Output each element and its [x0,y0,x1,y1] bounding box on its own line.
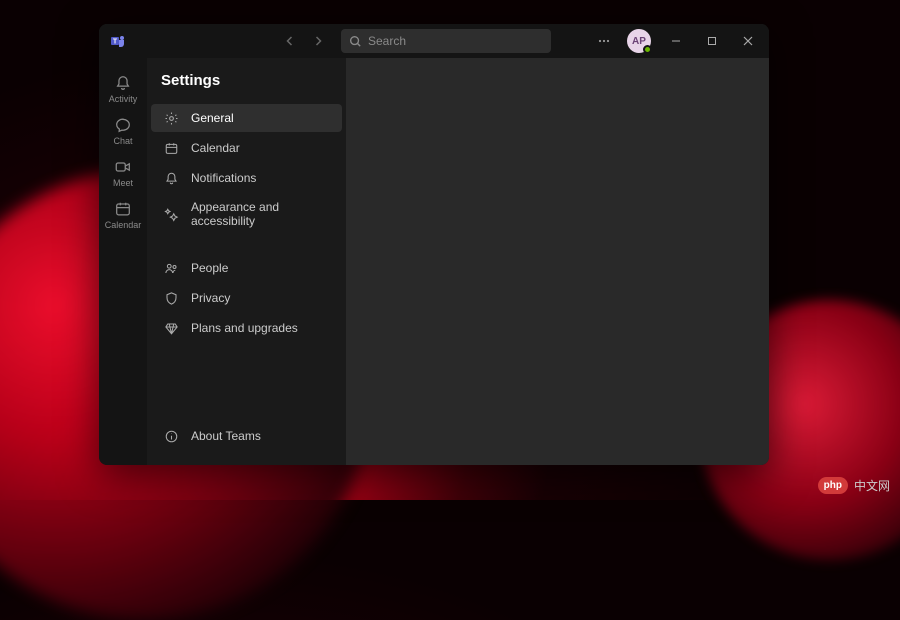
menu-item-label: Plans and upgrades [191,321,298,335]
app-rail: Activity Chat Meet Calendar [99,58,147,465]
minimize-button[interactable] [661,27,691,55]
search-input[interactable] [368,34,543,48]
people-icon [163,260,179,276]
video-icon [114,158,132,176]
menu-item-label: Calendar [191,141,240,155]
presence-available-icon [643,45,652,54]
diamond-icon [163,320,179,336]
close-button[interactable] [733,27,763,55]
shield-icon [163,290,179,306]
menu-item-appearance[interactable]: Appearance and accessibility [151,194,342,234]
menu-item-label: Privacy [191,291,230,305]
rail-item-meet[interactable]: Meet [99,152,147,192]
menu-item-plans[interactable]: Plans and upgrades [151,314,342,342]
bell-icon [163,170,179,186]
menu-item-notifications[interactable]: Notifications [151,164,342,192]
bell-icon [114,74,132,92]
watermark-badge: php [818,477,848,494]
rail-label: Chat [113,136,132,146]
settings-title: Settings [147,72,346,103]
rail-label: Meet [113,178,133,188]
rail-item-calendar[interactable]: Calendar [99,194,147,234]
rail-label: Activity [109,94,138,104]
avatar[interactable]: AP [627,29,651,53]
settings-menu: General Calendar Notifications [147,103,346,343]
more-options-button[interactable] [591,28,617,54]
nav-back-button[interactable] [279,30,301,52]
menu-item-calendar[interactable]: Calendar [151,134,342,162]
svg-text:T: T [113,39,118,46]
search-box[interactable] [341,29,551,53]
chat-icon [114,116,132,134]
watermark-text: 中文网 [854,477,890,494]
menu-item-privacy[interactable]: Privacy [151,284,342,312]
calendar-icon [163,140,179,156]
menu-item-label: Notifications [191,171,256,185]
info-icon [163,428,179,444]
menu-item-general[interactable]: General [151,104,342,132]
menu-item-label: Appearance and accessibility [191,200,330,228]
window-body: Activity Chat Meet Calendar [99,58,769,465]
calendar-icon [114,200,132,218]
rail-item-activity[interactable]: Activity [99,68,147,108]
maximize-button[interactable] [697,27,727,55]
menu-item-about[interactable]: About Teams [151,422,342,450]
gear-icon [163,110,179,126]
menu-item-people[interactable]: People [151,254,342,282]
rail-item-chat[interactable]: Chat [99,110,147,150]
nav-forward-button[interactable] [307,30,329,52]
avatar-initials: AP [632,36,646,47]
sparkle-icon [163,206,179,222]
teams-logo-icon: T [109,32,127,50]
teams-window: T AP [99,24,769,465]
settings-content-area [346,58,769,465]
menu-item-label: About Teams [191,429,261,443]
titlebar: T AP [99,24,769,58]
menu-item-label: People [191,261,228,275]
search-icon [349,35,362,48]
watermark: php 中文网 [818,477,890,494]
menu-item-label: General [191,111,234,125]
settings-sidebar: Settings General Calendar [147,58,346,465]
rail-label: Calendar [105,220,142,230]
